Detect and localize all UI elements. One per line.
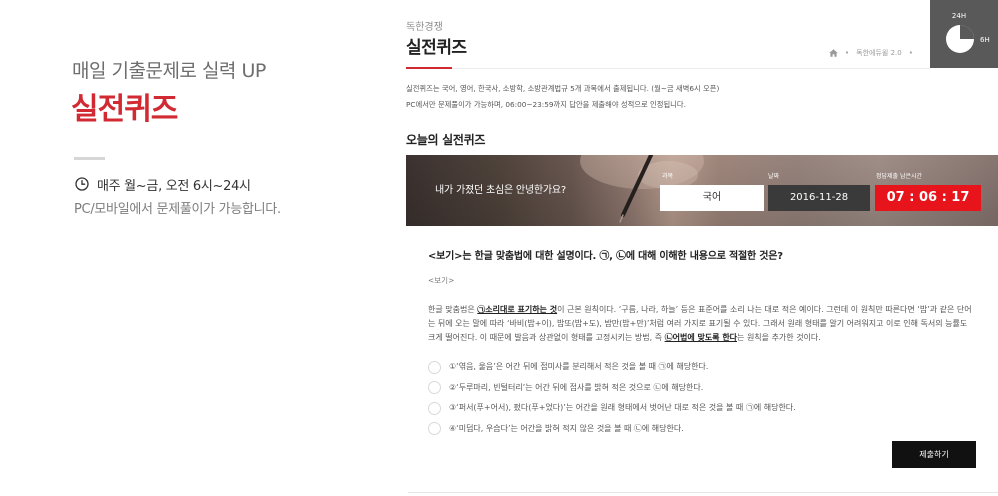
passage-segment: 한글 맞춤법은 [428, 305, 478, 314]
timer-pie-elapsed-wedge [960, 25, 974, 39]
submit-button[interactable]: 제출하기 [892, 441, 976, 468]
passage-segment: 는 원칙을 추가한 것이다. [737, 333, 821, 342]
quiz-notices: 실전퀴즈는 국어, 영어, 한국사, 소방학, 소방관계법규 5개 과목에서 출… [406, 81, 719, 113]
promo-tagline: 매일 기출문제로 실력 UP [72, 60, 266, 82]
today-quiz-banner: 내가 가졌던 초심은 안녕한가요? 과목 국어 날짜 2016-11-28 정답… [406, 155, 998, 226]
breadcrumb-separator: • [845, 49, 850, 57]
section-category: 독한경쟁 [406, 22, 443, 33]
timer-widget: 24H 6H [930, 0, 998, 68]
promo-schedule-text: 매주 월~금, 오전 6시~24시 [97, 178, 251, 194]
promo-divider [74, 157, 105, 160]
timer-elapsed-label: 6H [980, 36, 990, 44]
subject-value: 국어 [660, 185, 764, 211]
answer-option-2[interactable]: ②‘두루마리, 빈털터리’는 어간 뒤에 접사를 밝혀 적은 것으로 ㉡에 해당… [428, 378, 968, 399]
timer-pie-chart [946, 25, 974, 53]
answer-option-text: ③‘퍼서(푸+어서), 펐다(푸+었다)’는 어간을 원래 형태에서 벗어난 대… [449, 402, 796, 414]
title-underline [406, 67, 452, 69]
answer-option-text: ②‘두루마리, 빈털터리’는 어간 뒤에 접사를 밝혀 적은 것으로 ㉡에 해당… [449, 382, 703, 394]
subject-label: 과목 [662, 173, 674, 180]
breadcrumb-item[interactable]: 독한에듀윌 2.0 [856, 48, 902, 58]
answer-option-1[interactable]: ①‘엮음, 울음’은 어간 뒤에 접미사를 분리해서 적은 것을 볼 때 ㉠에 … [428, 357, 968, 378]
clock-icon [75, 177, 89, 191]
date-value: 2016-11-28 [768, 185, 870, 211]
remaining-time-value: 07 : 06 : 17 [875, 185, 981, 211]
promo-title: 실전퀴즈 [71, 92, 178, 127]
answer-options: ①‘엮음, 울음’은 어간 뒤에 접미사를 분리해서 적은 것을 볼 때 ㉠에 … [428, 357, 968, 439]
page-title: 실전퀴즈 [406, 38, 467, 58]
timer-total-label: 24H [951, 12, 967, 20]
today-quiz-heading: 오늘의 실전퀴즈 [406, 133, 486, 147]
breadcrumb: • 독한에듀윌 2.0 • [829, 47, 920, 59]
remaining-time-label: 정답제출 남은시간 [876, 173, 923, 180]
answer-text: ‘엮음, 울음’은 어간 뒤에 접미사를 분리해서 적은 것을 볼 때 ㉠에 해… [456, 362, 709, 372]
passage-label: <보기> [428, 276, 455, 285]
answer-radio-1[interactable] [428, 360, 441, 374]
breadcrumb-separator: • [908, 49, 913, 57]
answer-option-4[interactable]: ④‘미덥다, 우습다’는 어간을 밝혀 적지 않은 것을 볼 때 ㉡에 해당한다… [428, 419, 968, 440]
title-rule [406, 68, 930, 69]
notice-line: PC에서만 문제풀이가 가능하며, 06:00~23:59까지 답안을 제출해야… [406, 100, 686, 109]
answer-text: ‘미덥다, 우습다’는 어간을 밝혀 적지 않은 것을 볼 때 ㉡에 해당한다. [456, 423, 684, 433]
answer-text: ‘퍼서(푸+어서), 펐다(푸+었다)’는 어간을 원래 형태에서 벗어난 대로… [456, 403, 796, 413]
promo-schedule: 매주 월~금, 오전 6시~24시 [75, 175, 251, 194]
answer-option-text: ①‘엮음, 울음’은 어간 뒤에 접미사를 분리해서 적은 것을 볼 때 ㉠에 … [449, 361, 708, 373]
answer-radio-4[interactable] [428, 422, 441, 436]
answer-option-3[interactable]: ③‘퍼서(푸+어서), 펐다(푸+었다)’는 어간을 원래 형태에서 벗어난 대… [428, 398, 968, 419]
passage-text: 한글 맞춤법은 ㉠소리대로 표기하는 것이 근본 원칙이다. ‘구름, 나라, … [428, 303, 974, 345]
passage-emphasis-b: ㉡어법에 맞도록 한다 [664, 333, 738, 342]
notice-line: 실전퀴즈는 국어, 영어, 한국사, 소방학, 소방관계법규 5개 과목에서 출… [406, 84, 720, 93]
passage-emphasis-a: ㉠소리대로 표기하는 것 [477, 305, 558, 314]
answer-radio-3[interactable] [428, 401, 441, 415]
answer-option-text: ④‘미덥다, 우습다’는 어간을 밝혀 적지 않은 것을 볼 때 ㉡에 해당한다… [449, 423, 684, 435]
answer-text: ‘두루마리, 빈털터리’는 어간 뒤에 접사를 밝혀 적은 것으로 ㉡에 해당한… [456, 382, 704, 392]
banner-message: 내가 가졌던 초심은 안녕한가요? [435, 185, 567, 196]
promo-availability: PC/모바일에서 문제풀이가 가능합니다. [74, 202, 281, 217]
bottom-divider [408, 492, 998, 493]
home-icon[interactable] [829, 49, 838, 57]
answer-radio-2[interactable] [428, 381, 441, 395]
date-label: 날짜 [768, 173, 780, 180]
question-prompt: <보기>는 한글 맞춤법에 대한 설명이다. ㉠, ㉡에 대해 이해한 내용으로… [428, 251, 783, 262]
